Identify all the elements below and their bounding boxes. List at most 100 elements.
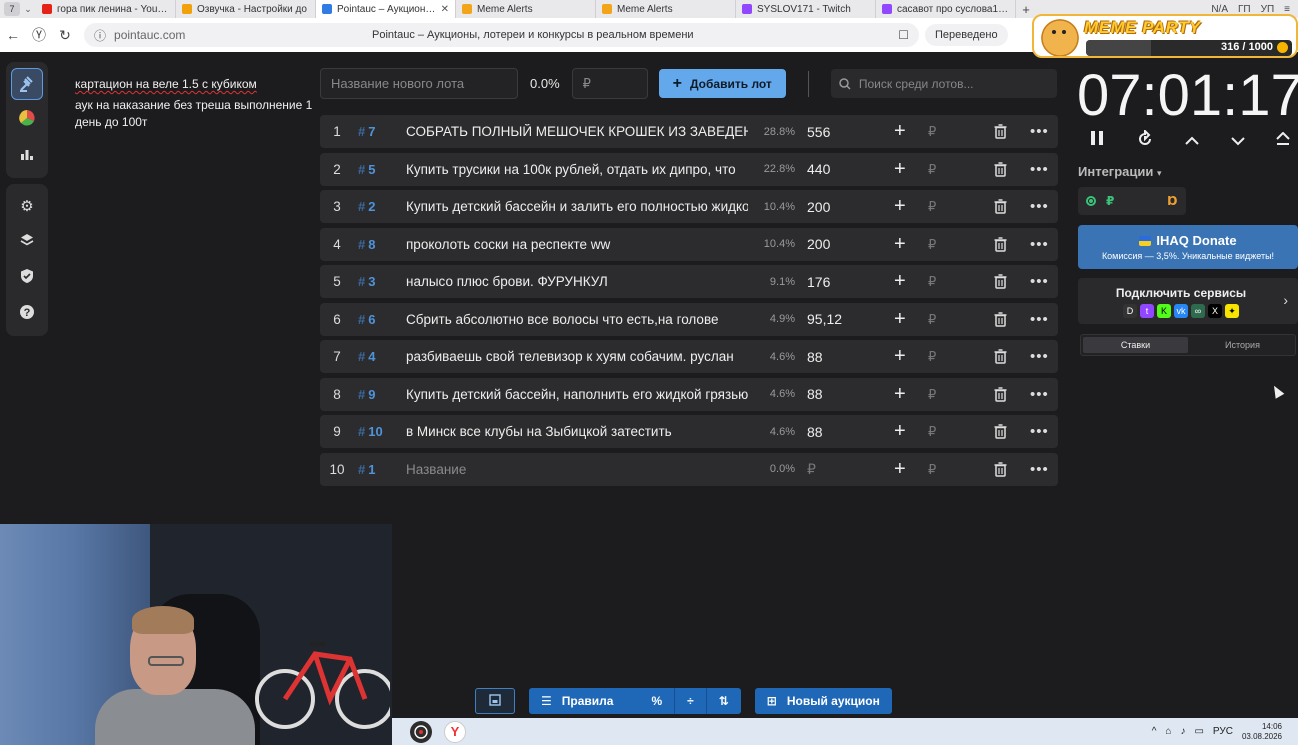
lot-row[interactable]: 5 #3 налысо плюс брови. ФУРУНКУЛ 9.1% 17… [320, 265, 1058, 298]
lot-amount[interactable]: 88 [795, 386, 865, 402]
integrations-toggle[interactable]: Интеграции ▾ [1078, 164, 1162, 179]
translate-button[interactable]: Переведено [925, 24, 1008, 46]
tab-count[interactable]: 7 [4, 2, 20, 16]
sidebar-item-layers[interactable] [6, 224, 48, 260]
lot-row[interactable]: 2 #5 Купить трусики на 100к рублей, отда… [320, 152, 1058, 186]
browser-tab[interactable]: Meme Alerts [456, 0, 596, 18]
rules-button[interactable]: ☰ Правила% [529, 688, 676, 714]
trash-icon[interactable] [994, 199, 1007, 217]
browser-tab[interactable]: гора пик ленина - YouTube [36, 0, 176, 18]
sidebar-item-help[interactable]: ? [6, 296, 48, 332]
add-amount-icon[interactable]: + [894, 415, 906, 448]
lot-row[interactable]: 7 #4 разбиваешь свой телевизор к хуям со… [320, 340, 1058, 373]
lot-name[interactable]: СОБРАТЬ ПОЛНЫЙ МЕШОЧЕК КРОШЕК ИЗ ЗАВЕДЕН… [406, 124, 748, 139]
tab-bids[interactable]: Ставки [1083, 337, 1188, 353]
lot-name[interactable]: Купить трусики на 100к рублей, отдать их… [406, 162, 748, 177]
network-icon[interactable]: ⌂ [1165, 726, 1171, 737]
lot-row[interactable]: 6 #6 Сбрить абсолютно все волосы что ест… [320, 302, 1058, 336]
lot-name[interactable]: Купить детский бассейн, наполнить его жи… [406, 387, 748, 402]
lot-name[interactable]: проколоть соски на респекте ww [406, 237, 748, 252]
trash-icon[interactable] [994, 161, 1007, 180]
lot-search-input[interactable]: Поиск среди лотов... [830, 69, 1057, 98]
lot-name[interactable]: в Минск все клубы на Зыбицкой затестить [406, 424, 748, 439]
yandex-icon[interactable]: Ⓨ [26, 25, 52, 45]
lot-row[interactable]: 10 #1 Название 0.0% ₽ + ₽ ••• [320, 452, 1058, 486]
lot-row[interactable]: 4 #8 проколоть соски на респекте ww 10.4… [320, 227, 1058, 261]
integrations-active[interactable]: ₽ Ɒ [1078, 187, 1186, 215]
lot-amount[interactable]: 176 [795, 274, 865, 290]
more-options-icon[interactable]: ••• [1030, 340, 1049, 373]
bookmark-icon[interactable]: ☐ [898, 28, 909, 42]
connect-services[interactable]: Подключить сервисы D t K vk ∞ X ✦ › [1078, 278, 1298, 324]
chevron-down-icon[interactable] [1230, 130, 1245, 153]
add-amount-icon[interactable]: + [894, 303, 906, 336]
lang-indicator[interactable]: РУС [1213, 726, 1233, 737]
trash-icon[interactable] [994, 124, 1007, 142]
add-amount-icon[interactable]: + [894, 453, 906, 486]
obs-app-icon[interactable] [410, 720, 432, 743]
save-button[interactable] [475, 688, 515, 714]
lot-amount[interactable]: ₽ [795, 461, 865, 478]
more-options-icon[interactable]: ••• [1030, 378, 1049, 411]
tab-list-chevron-icon[interactable]: ⌄ [20, 4, 36, 15]
lot-amount[interactable]: 200 [795, 199, 865, 215]
more-options-icon[interactable]: ••• [1030, 453, 1049, 486]
browser-tab[interactable]: Pointauc – Аукционы, л ✕ [316, 0, 456, 18]
lot-row[interactable]: 8 #9 Купить детский бассейн, наполнить е… [320, 377, 1058, 411]
monitor-icon[interactable]: ▭ [1194, 726, 1203, 737]
volume-icon[interactable]: ♪ [1180, 726, 1185, 737]
lot-name[interactable]: Название [406, 462, 748, 477]
trash-icon[interactable] [994, 386, 1007, 405]
chevron-up-icon[interactable]: ^ [1152, 726, 1157, 737]
lot-amount[interactable]: 440 [795, 161, 865, 177]
sidebar-item-auction[interactable] [6, 66, 48, 102]
lot-name[interactable]: Сбрить абсолютно все волосы что есть,на … [406, 312, 748, 327]
sidebar-item-security[interactable] [6, 260, 48, 296]
lot-row[interactable]: 1 #7 СОБРАТЬ ПОЛНЫЙ МЕШОЧЕК КРОШЕК ИЗ ЗА… [320, 115, 1058, 148]
site-info-icon[interactable]: ⓘ [94, 27, 106, 44]
add-amount-icon[interactable]: + [894, 340, 906, 373]
add-amount-icon[interactable]: + [894, 115, 906, 148]
add-amount-icon[interactable]: + [894, 265, 906, 298]
browser-tab[interactable]: сасавот про суслова171 - [876, 0, 1016, 18]
lot-amount[interactable]: 88 [795, 424, 865, 440]
new-tab-button[interactable]: + [1016, 2, 1036, 17]
reload-icon[interactable]: ↻ [52, 27, 78, 44]
add-amount-icon[interactable]: + [894, 378, 906, 411]
lot-name[interactable]: налысо плюс брови. ФУРУНКУЛ [406, 274, 748, 289]
split-button[interactable]: ÷ [675, 688, 707, 714]
add-amount-icon[interactable]: + [894, 190, 906, 223]
trash-icon[interactable] [994, 274, 1007, 292]
trash-icon[interactable] [994, 424, 1007, 442]
more-options-icon[interactable]: ••• [1030, 190, 1049, 223]
more-options-icon[interactable]: ••• [1030, 115, 1049, 148]
new-lot-name-input[interactable]: Название нового лота [320, 68, 518, 99]
browser-tab[interactable]: SYSLOV171 - Twitch [736, 0, 876, 18]
yandex-browser-icon[interactable]: Y [444, 720, 466, 743]
more-options-icon[interactable]: ••• [1030, 228, 1049, 261]
new-auction-button[interactable]: ⊞ Новый аукцион [754, 688, 892, 714]
sort-button[interactable]: ⇅ [707, 688, 741, 714]
chevron-up-icon[interactable] [1185, 130, 1199, 153]
add-amount-icon[interactable]: + [894, 153, 906, 186]
percent-icon[interactable]: % [651, 694, 662, 708]
back-icon[interactable]: ← [0, 27, 26, 43]
tab-history[interactable]: История [1190, 335, 1295, 355]
new-lot-amount-input[interactable]: ₽ [571, 68, 648, 99]
lot-name[interactable]: разбиваешь свой телевизор к хуям собачим… [406, 349, 748, 364]
lot-amount[interactable]: 556 [795, 124, 865, 140]
trash-icon[interactable] [994, 236, 1007, 255]
lot-amount[interactable]: 88 [795, 349, 865, 365]
browser-tab[interactable]: Озвучка - Настройки до [176, 0, 316, 18]
pause-icon[interactable] [1090, 130, 1104, 153]
reset-icon[interactable] [1136, 128, 1154, 153]
sidebar-item-stats[interactable] [6, 138, 48, 174]
lot-name[interactable]: Купить детский бассейн и залить его полн… [406, 199, 748, 214]
url-field[interactable]: ⓘ pointauc.com Pointauc – Аукционы, лоте… [84, 23, 919, 47]
double-chevron-up-icon[interactable] [1276, 130, 1290, 153]
trash-icon[interactable] [994, 311, 1007, 330]
trash-icon[interactable] [994, 349, 1007, 367]
clock[interactable]: 14:06 03.08.2026 [1242, 722, 1282, 742]
add-amount-icon[interactable]: + [894, 228, 906, 261]
close-tab-icon[interactable]: ✕ [441, 4, 449, 15]
